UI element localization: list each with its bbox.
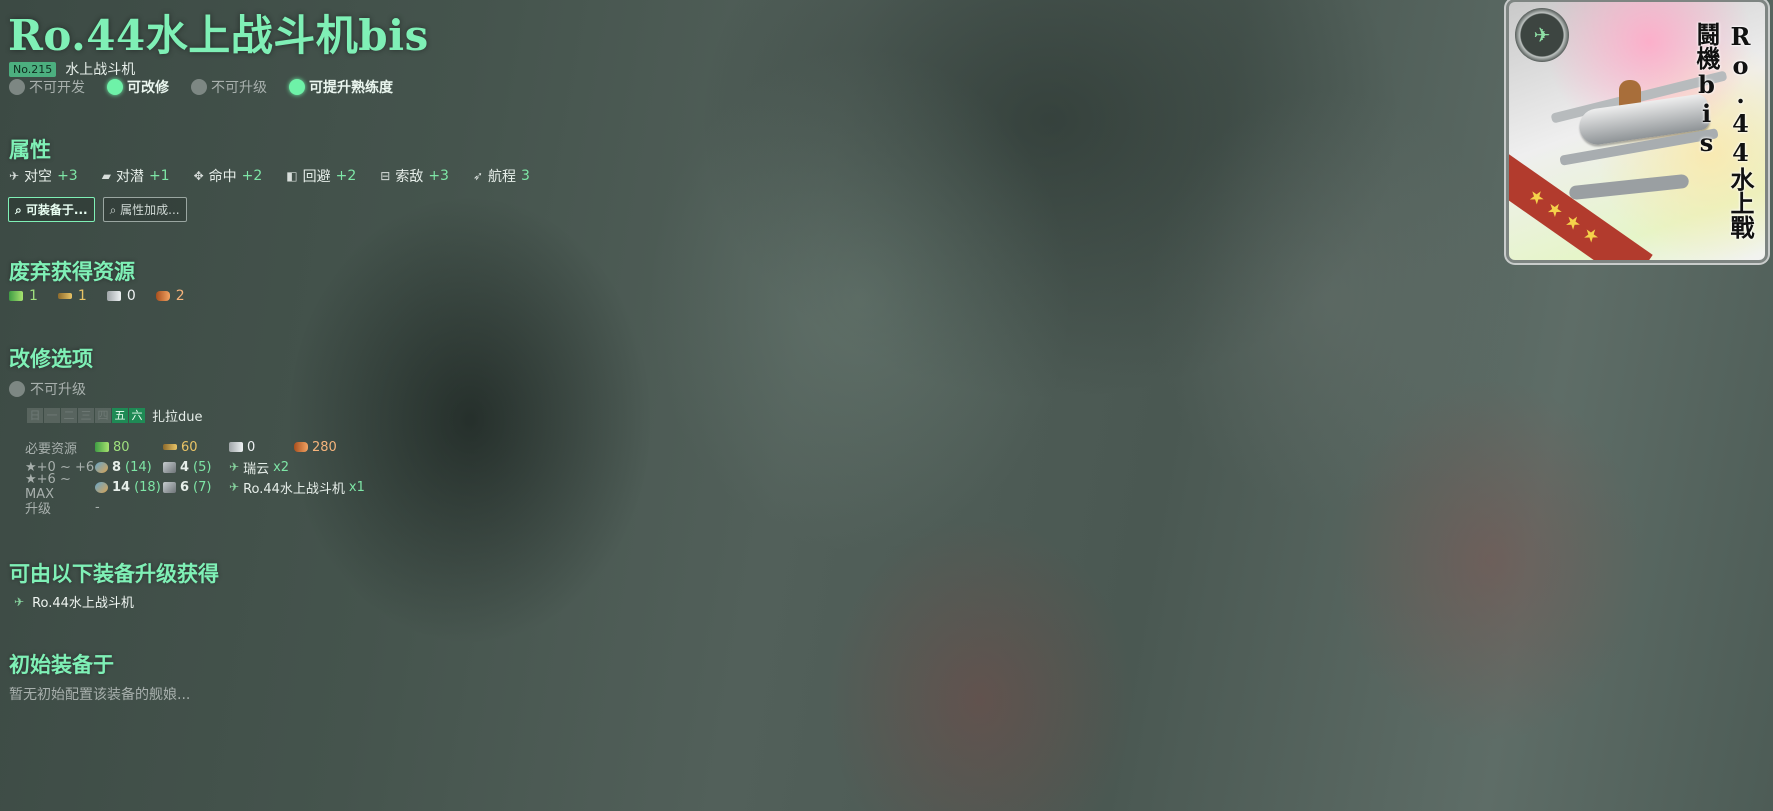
seaplane-bomber-icon: ✈ — [229, 460, 240, 474]
day-thu: 四 — [95, 408, 111, 423]
bauxite-icon — [155, 291, 170, 301]
table-row: 升级 - — [25, 499, 100, 517]
improvement-screw-icon — [163, 461, 176, 473]
anti-air-icon: ✈ — [9, 169, 20, 183]
ammo-icon — [163, 444, 177, 450]
section-title-upgrade-from: 可由以下装备升级获得 — [9, 561, 219, 586]
search-icon: ⌕ — [15, 203, 22, 217]
accuracy-icon: ✥ — [193, 169, 204, 183]
scrap-fuel: 1 — [9, 288, 38, 304]
status-dot-icon — [107, 79, 123, 95]
improvement-screw-icon — [163, 481, 176, 493]
seaplane-fighter-icon: ✈ — [229, 480, 240, 494]
section-title-improvement: 改修选项 — [9, 346, 93, 371]
stats-row: ✈ 对空 +3 ▰ 对潜 +1 ✥ 命中 +2 ◧ 回避 +2 ⊟ 索敌 +3 … — [9, 166, 530, 186]
search-icon: ⌕ — [109, 203, 117, 217]
steel-icon — [229, 442, 243, 452]
improvement-table: 必要资源 80 60 0 280 ★+0 ~ +6 8 (14) 4 (5) ✈ 瑞云… — [25, 437, 365, 517]
day-fri: 五 — [112, 408, 128, 423]
equippable-ships-button[interactable]: ⌕ 可装备于... — [8, 197, 95, 222]
stat-anti-air: ✈ 对空 +3 — [9, 168, 78, 185]
stat-asw: ▰ 对潜 +1 — [101, 168, 170, 185]
filter-buttons: ⌕ 可装备于... ⌕ 属性加成... — [8, 197, 187, 222]
section-title-scrap: 废弃获得资源 — [9, 259, 135, 284]
star-icon: ★ — [1542, 196, 1568, 223]
day-wed: 三 — [78, 408, 94, 423]
scrap-bauxite: 2 — [155, 288, 185, 304]
upgrade-source-item[interactable]: ✈ Ro.44水上战斗机 — [14, 592, 134, 612]
stat-range: ➶ 航程 3 — [472, 168, 530, 185]
equipment-title: Ro.44水上战斗机bis — [8, 11, 429, 60]
day-tue: 二 — [61, 408, 77, 423]
consumed-equipment-link[interactable]: Ro.44水上战斗机 — [243, 478, 345, 497]
stat-los: ⊟ 索敌 +3 — [380, 168, 449, 185]
scrap-resources: 1 1 0 2 — [9, 288, 185, 304]
card-art-float — [1568, 173, 1690, 201]
seaplane-fighter-icon: ✈ — [1515, 8, 1569, 62]
stat-bonus-button[interactable]: ⌕ 属性加成... — [102, 197, 187, 222]
status-dot-icon — [289, 79, 305, 95]
flag-upgradable: 不可升级 — [191, 77, 267, 97]
status-dot-icon — [9, 381, 25, 397]
table-row: ★+6 ~ MAX 14 (18) 6 (7) ✈ Ro.44水上战斗机 x1 — [25, 472, 365, 502]
equipment-flags: 不可开发 可改修 不可升级 可提升熟练度 — [9, 77, 393, 97]
ammo-icon — [57, 293, 72, 299]
range-icon: ➶ — [472, 169, 484, 183]
consumed-equipment-link[interactable]: 瑞云 — [243, 458, 269, 477]
development-material-icon — [95, 481, 108, 493]
day-mon: 一 — [44, 408, 60, 423]
status-dot-icon — [9, 79, 25, 95]
equipment-card-image: ✈ Ro.44水上戰鬪機bis ★ ★ ★ ★ — [1509, 2, 1765, 260]
section-title-stats: 属性 — [9, 137, 51, 162]
status-dot-icon — [191, 79, 207, 95]
steel-icon — [106, 291, 121, 301]
flag-develop: 不可开发 — [9, 77, 85, 97]
stat-accuracy: ✥ 命中 +2 — [193, 168, 263, 185]
scrap-ammo: 1 — [57, 288, 87, 304]
fuel-icon — [9, 291, 23, 301]
evasion-icon: ◧ — [286, 169, 298, 183]
equipment-number-badge: No.215 — [9, 61, 57, 77]
fuel-icon — [95, 442, 109, 452]
bauxite-icon — [294, 442, 308, 452]
table-row: 必要资源 80 60 0 280 — [25, 439, 337, 457]
flag-improvable: 可改修 — [107, 77, 169, 97]
development-material-icon — [95, 461, 108, 473]
los-icon: ⊟ — [380, 169, 391, 183]
stat-evasion: ◧ 回避 +2 — [286, 168, 357, 185]
asw-icon: ▰ — [101, 169, 111, 183]
improvement-days: 日 一 二 三 四 五 六 扎拉due — [27, 406, 203, 425]
flag-proficiency: 可提升熟练度 — [289, 77, 393, 97]
star-icon: ★ — [1524, 183, 1550, 211]
initial-empty-message: 暂无初始配置该装备的舰娘... — [9, 687, 191, 703]
card-equipment-name: Ro.44水上戰鬪機bis — [1692, 22, 1755, 239]
equipment-subline: No.215 水上战斗机 — [9, 59, 135, 79]
day-sat: 六 — [129, 408, 145, 423]
star-icon: ★ — [1578, 221, 1604, 249]
equipment-type: 水上战斗机 — [65, 62, 136, 78]
improvement-upgrade-flag: 不可升级 — [9, 379, 86, 399]
star-icon: ★ — [1560, 209, 1586, 236]
rarity-ribbon: ★ ★ ★ ★ — [1509, 145, 1653, 260]
improvement-ship-link[interactable]: 扎拉due — [152, 406, 203, 425]
section-title-initial: 初始装备于 — [9, 652, 114, 677]
day-sun: 日 — [27, 408, 43, 423]
scrap-steel: 0 — [106, 288, 136, 304]
seaplane-fighter-icon: ✈ — [14, 594, 25, 609]
